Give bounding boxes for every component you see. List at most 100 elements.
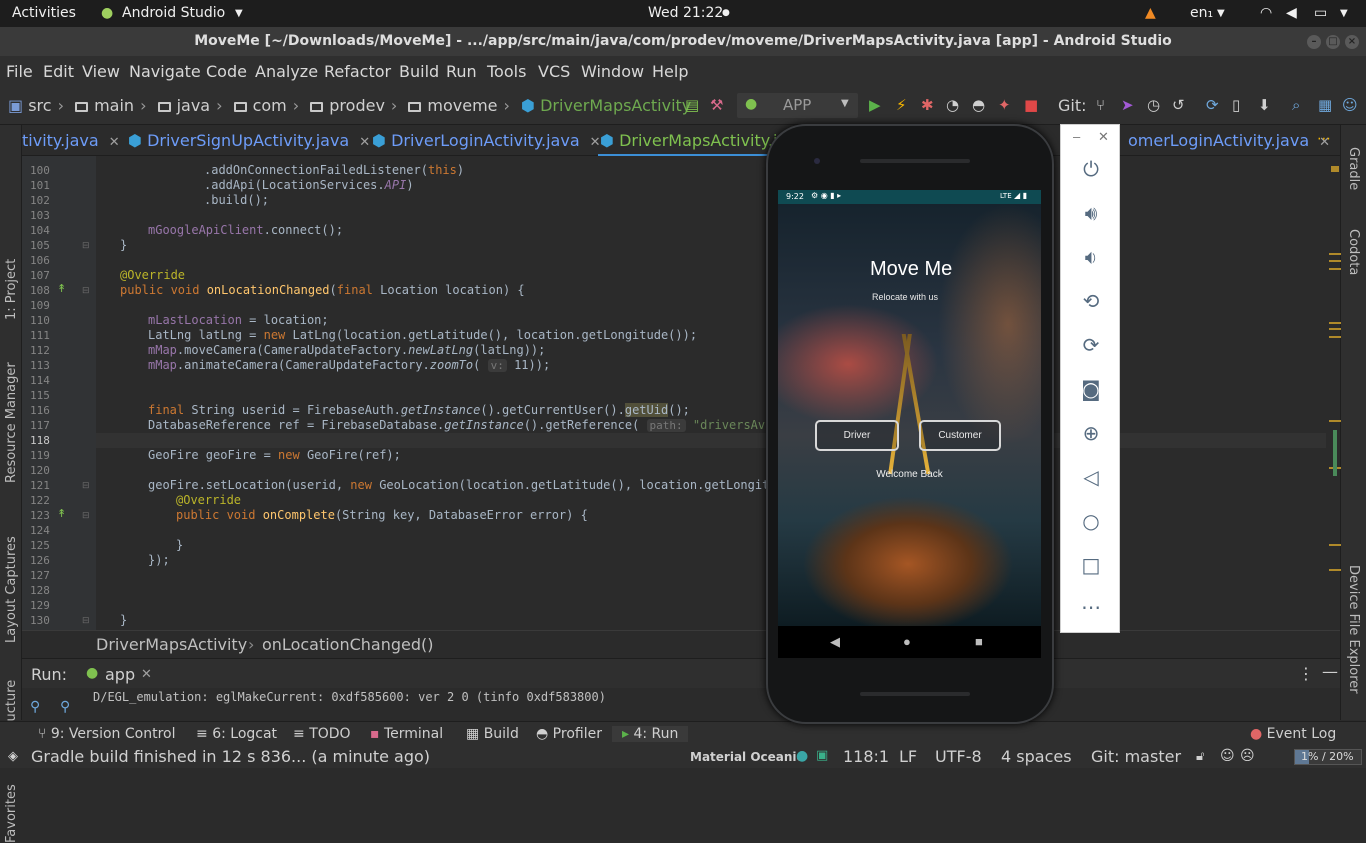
volume-down-icon[interactable]: 🔉︎ [1061,245,1121,269]
coverage-icon[interactable]: ◔ [946,97,959,113]
stop-icon[interactable]: ■ [1024,97,1038,113]
customer-button[interactable]: Customer [919,420,1001,451]
crumb-main[interactable]: main [94,96,134,115]
profile-icon[interactable]: ◓ [972,97,985,113]
chevron-down-icon[interactable]: ▼ [1217,8,1225,19]
lock-icon[interactable]: 🔓︎ [1196,749,1204,764]
history-icon[interactable]: ◷ [1147,97,1160,113]
maximize-button[interactable]: □ [1326,35,1340,49]
close-button[interactable]: × [1345,35,1359,49]
run-icon[interactable]: ▶ [869,97,881,113]
menu-window[interactable]: Window [581,62,644,81]
plugin-icon[interactable]: ▣ [816,748,828,763]
cursor-position[interactable]: 118:1 [843,747,889,766]
volume-icon[interactable]: ◀ [1286,5,1297,21]
minimize-button[interactable]: – [1307,35,1321,49]
tool-gradle[interactable]: Gradle [1346,147,1361,190]
link-icon[interactable]: ⚲ [30,698,40,715]
more-tabs-icon[interactable]: ⋯ [1317,131,1331,147]
crumb-prodev[interactable]: prodev [329,96,385,115]
activities-button[interactable]: Activities [12,5,76,21]
battery-icon[interactable]: ▭ [1314,5,1327,21]
search-icon[interactable]: ⌕ [1292,97,1300,113]
memory-indicator[interactable]: 1% / 20% [1294,749,1362,765]
rollback-icon[interactable]: ↺ [1172,97,1185,113]
fold-icon[interactable]: ⊟ [82,285,90,296]
code-editor[interactable]: .addOnConnectionFailedListener(this) .ad… [96,156,1326,630]
menu-vcs[interactable]: VCS [538,62,570,81]
tool-codota[interactable]: Codota [1346,229,1361,275]
git-branch[interactable]: Git: master [1091,747,1181,766]
tool-favorites[interactable]: Favorites [4,784,19,843]
tool-profiler[interactable]: ◓ Profiler [536,726,602,742]
zoom-icon[interactable]: ⊕ [1061,421,1121,445]
terminal-icon[interactable]: ▤ [685,97,699,113]
tool-project[interactable]: 1: Project [4,259,19,320]
tool-todo[interactable]: ≡ TODO [293,726,351,742]
nav-home-icon[interactable]: ● [903,634,911,649]
menu-run[interactable]: Run [446,62,477,81]
driver-button[interactable]: Driver [815,420,899,451]
emulator-screen[interactable]: 9:22 ⚙ ◉ ▮ ▸ LTE ◢ ▮ Move Me Relocate wi… [778,190,1041,626]
close-icon[interactable]: ✕ [141,667,152,682]
crumb-class[interactable]: DriverMapsActivity [540,96,691,115]
tool-logcat[interactable]: ≡ 6: Logcat [196,726,277,742]
back-icon[interactable]: ◁ [1061,465,1121,489]
close-icon[interactable]: ✕ [109,135,120,150]
tool-device-file-explorer[interactable]: Device File Explorer [1346,565,1361,694]
app-menu-label[interactable]: Android Studio [122,5,225,21]
git-branch-icon[interactable]: ⑂ [1096,97,1105,113]
rotate-left-icon[interactable]: ⟲ [1061,289,1121,313]
fold-icon[interactable]: ⊟ [82,480,90,491]
menu-edit[interactable]: Edit [43,62,74,81]
crumb-java[interactable]: java [177,96,211,115]
minimize-icon[interactable]: – [1073,129,1080,144]
theme-label[interactable]: Material Oceanic [690,750,804,764]
fold-icon[interactable]: ⊟ [82,510,90,521]
tab-activity[interactable]: tivity.java ✕ [22,131,120,150]
tool-run[interactable]: ▸ 4: Run [612,726,689,742]
chevron-down-icon[interactable]: ▼ [1340,8,1348,19]
tab-driver-login[interactable]: ⬢ DriverLoginActivity.java ✕ [372,131,601,150]
debug-icon[interactable]: ✱ [921,97,934,113]
vlc-icon[interactable]: ▲ [1145,5,1156,21]
menu-navigate[interactable]: Navigate [129,62,201,81]
run-config-select[interactable]: ● APP ▼ [737,93,858,118]
override-marker-icon[interactable]: ↟ [57,282,66,295]
user-icon[interactable]: ☺ [1342,97,1358,113]
chevron-down-icon[interactable]: ▼ [235,8,243,19]
tool-terminal[interactable]: ▪ Terminal [370,726,443,742]
more-icon[interactable]: ⋯ [1061,595,1121,619]
tool-version-control[interactable]: ⑂ 9: Version Control [38,726,175,742]
link-icon[interactable]: ⚲ [60,698,70,715]
tool-event-log[interactable]: ● Event Log [1250,726,1336,742]
avd-manager-icon[interactable]: ▯ [1232,97,1240,113]
status-message[interactable]: Gradle build finished in 12 s 836... (a … [31,747,430,766]
inspector-icon[interactable]: ☺ [1220,748,1235,764]
menu-build[interactable]: Build [399,62,439,81]
gradle-sync-icon[interactable]: ⟳ [1206,97,1219,113]
scrollbar-thumb[interactable] [1333,430,1337,476]
tab-customer-login[interactable]: omerLoginActivity.java ✕ [1128,131,1330,150]
close-icon[interactable]: ✕ [590,135,601,150]
tool-build[interactable]: ▦ Build [466,726,519,742]
clock[interactable]: Wed 21:22 [648,5,723,21]
rotate-right-icon[interactable]: ⟳ [1061,333,1121,357]
line-separator[interactable]: LF [899,747,917,766]
tool-resource-manager[interactable]: Resource Manager [4,362,19,483]
attach-debugger-icon[interactable]: ✦ [998,97,1011,113]
more-options-icon[interactable]: ⋮ [1298,664,1314,683]
fold-icon[interactable]: ⊟ [82,240,90,251]
hammer-icon[interactable]: ⚒ [710,97,723,113]
power-icon[interactable]: ⏻ [1061,157,1121,181]
run-tab-app[interactable]: app [105,665,135,684]
menu-refactor[interactable]: Refactor [324,62,391,81]
run-console[interactable]: ⚲ ⚲ D/EGL_emulation: eglMakeCurrent: 0xd… [22,688,1340,721]
menu-analyze[interactable]: Analyze [255,62,318,81]
close-icon[interactable]: ✕ [359,135,370,150]
sdk-manager-icon[interactable]: ⬇ [1258,97,1271,113]
overview-icon[interactable]: □ [1061,553,1121,577]
menu-code[interactable]: Code [206,62,247,81]
nav-back-icon[interactable]: ◀ [830,634,840,650]
crumb-com[interactable]: com [253,96,287,115]
